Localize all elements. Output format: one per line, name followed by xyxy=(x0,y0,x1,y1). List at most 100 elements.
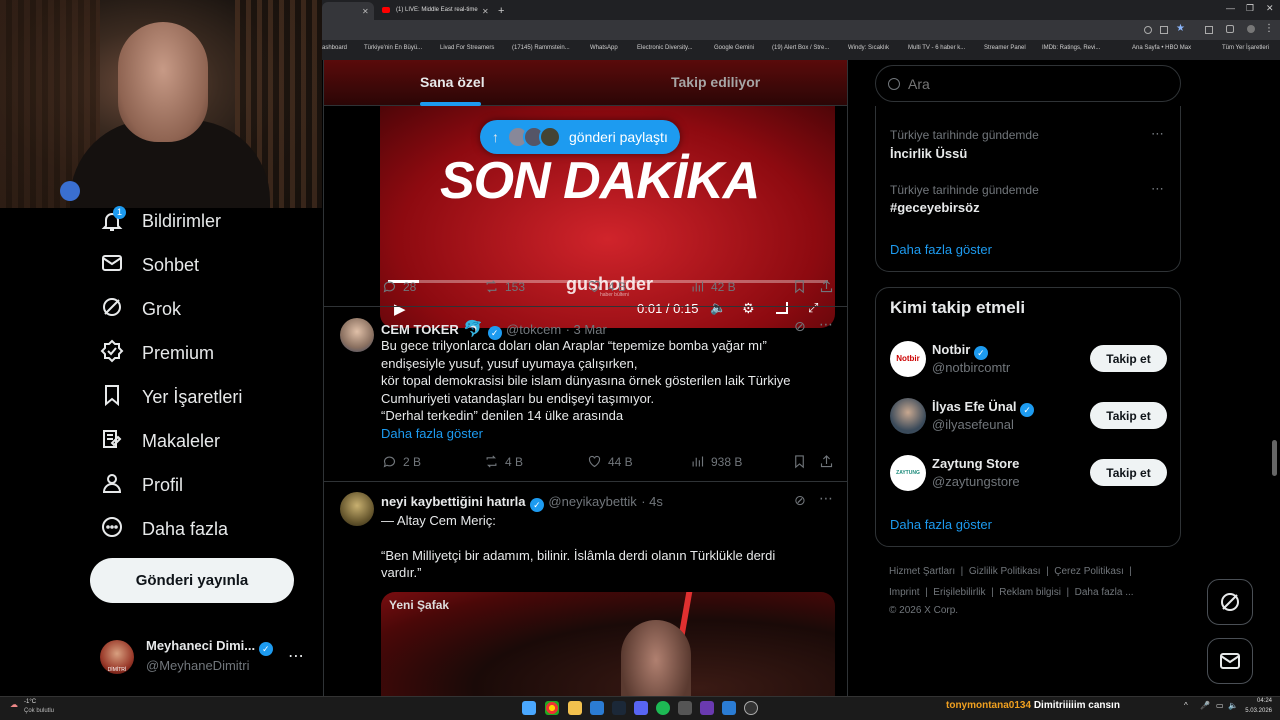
more-dots-icon[interactable]: ⋯ xyxy=(288,646,304,666)
footer-link[interactable]: Erişilebilirlik xyxy=(933,587,985,598)
nav-item-bookmarks[interactable]: Yer İşaretleri xyxy=(100,375,242,419)
follow-button[interactable]: Takip et xyxy=(1090,402,1167,429)
tray-chevron-icon[interactable]: ^ xyxy=(1184,701,1188,710)
footer-link[interactable]: Imprint xyxy=(889,587,920,598)
repost-button[interactable]: 153 xyxy=(484,279,525,294)
bookmark-item[interactable]: (19) Alert Box / Stre... xyxy=(772,45,829,51)
app-icon[interactable] xyxy=(700,701,714,715)
search-input[interactable] xyxy=(908,75,1158,92)
views-button[interactable]: 42 B xyxy=(690,279,736,294)
reply-button[interactable]: 28 xyxy=(382,279,416,294)
grok-icon[interactable]: ⊘ xyxy=(794,318,806,335)
bookmark-button[interactable] xyxy=(792,454,807,469)
repost-button[interactable]: 4 B xyxy=(484,454,523,469)
tab-close-icon[interactable]: ✕ xyxy=(482,7,489,16)
search-box[interactable] xyxy=(875,65,1181,102)
nav-item-more[interactable]: Daha fazla xyxy=(100,507,228,551)
spotify-icon[interactable] xyxy=(656,701,670,715)
minimize-icon[interactable]: — xyxy=(1226,3,1235,13)
views-button[interactable]: 938 B xyxy=(690,454,742,469)
author-name[interactable]: CEM TOKER xyxy=(381,322,459,337)
avatar[interactable] xyxy=(890,398,926,434)
post-button[interactable]: Gönderi yayınla xyxy=(90,558,294,603)
like-button[interactable]: 4 B xyxy=(587,279,626,294)
follow-button[interactable]: Takip et xyxy=(1090,459,1167,486)
author-handle[interactable]: @neyikaybettik xyxy=(548,494,636,509)
volume-icon[interactable]: 🔈 xyxy=(710,300,726,316)
bookmark-item[interactable]: Windy: Sıcaklık xyxy=(848,45,889,51)
app-icon[interactable] xyxy=(678,701,692,715)
avatar[interactable] xyxy=(340,492,374,526)
tweet-media[interactable]: Yeni Şafak xyxy=(381,592,835,696)
weather-temp[interactable]: -1°C xyxy=(24,699,36,705)
new-tab-icon[interactable]: + xyxy=(498,5,504,17)
cast-icon[interactable] xyxy=(1160,26,1168,34)
author-handle[interactable]: @tokcem xyxy=(506,322,561,337)
star-icon[interactable]: ★ xyxy=(1176,23,1185,34)
footer-link[interactable]: Gizlilik Politikası xyxy=(969,566,1041,577)
fullscreen-icon[interactable]: ⤢ xyxy=(808,300,818,316)
clock-date[interactable]: 5.03.2026 xyxy=(1244,708,1272,714)
start-icon[interactable] xyxy=(522,701,536,715)
volume-icon[interactable]: 🔈 xyxy=(1228,701,1238,710)
tweet-time[interactable]: · 3 Mar xyxy=(566,322,607,337)
grok-icon[interactable]: ⊘ xyxy=(794,492,806,509)
more-dots-icon[interactable]: ⋯ xyxy=(819,316,833,333)
follow-button[interactable]: Takip et xyxy=(1090,345,1167,372)
avatar[interactable]: Notbir xyxy=(890,341,926,377)
nav-item-chat[interactable]: Sohbet xyxy=(100,243,199,287)
footer-link[interactable]: Çerez Politikası xyxy=(1054,566,1123,577)
network-icon[interactable]: ▭ xyxy=(1216,701,1224,710)
bookmark-item[interactable]: IMDb: Ratings, Revi... xyxy=(1042,45,1100,51)
extensions-icon[interactable] xyxy=(1205,26,1213,34)
clock-time[interactable]: 04:24 xyxy=(1244,698,1272,704)
more-dots-icon[interactable]: ⋯ xyxy=(1151,181,1164,197)
search-icon[interactable] xyxy=(1144,26,1152,34)
discord-icon[interactable] xyxy=(634,701,648,715)
author-name[interactable]: neyi kaybettiğini hatırla xyxy=(381,494,526,509)
profile-icon[interactable] xyxy=(1226,25,1234,33)
play-icon[interactable]: ▶ xyxy=(394,300,406,318)
browser-tab[interactable]: (1) LIVE: Middle East real-time xyxy=(378,2,494,20)
more-dots-icon[interactable]: ⋯ xyxy=(819,490,833,507)
bookmark-item[interactable]: Electronic Diversity... xyxy=(637,45,693,51)
pip-icon[interactable] xyxy=(776,302,788,314)
mic-icon[interactable]: 🎤 xyxy=(1200,701,1210,710)
chrome-icon[interactable] xyxy=(545,701,559,715)
footer-link[interactable]: Reklam bilgisi xyxy=(999,587,1061,598)
account-name[interactable]: Zaytung Store xyxy=(932,456,1019,471)
close-window-icon[interactable]: ✕ xyxy=(1266,3,1274,14)
bookmark-item[interactable]: Google Gemini xyxy=(714,45,754,51)
nav-item-premium[interactable]: Premium xyxy=(100,331,214,375)
nav-item-grok[interactable]: Grok xyxy=(100,287,181,331)
app-icon[interactable] xyxy=(744,701,758,715)
app-icon[interactable] xyxy=(722,701,736,715)
share-button[interactable] xyxy=(819,454,834,469)
maximize-icon[interactable]: ❐ xyxy=(1246,3,1254,14)
bookmark-item[interactable]: Streamer Panel xyxy=(984,45,1026,51)
account-icon[interactable] xyxy=(1247,25,1255,33)
menu-icon[interactable]: ⋮ xyxy=(1264,23,1274,34)
avatar[interactable]: ZAYTUNG STORE xyxy=(890,455,926,491)
tab-for-you[interactable]: Sana özel xyxy=(420,74,485,90)
bookmark-item[interactable]: Türkiye'nin En Büyü... xyxy=(364,45,422,51)
bookmark-item[interactable]: Ana Sayfa • HBO Max xyxy=(1132,45,1191,51)
account-switcher[interactable]: DİMİTRİ Meyhaneci Dimi... ✓ @MeyhaneDimi… xyxy=(100,636,310,676)
steam-icon[interactable] xyxy=(612,701,626,715)
tab-close-icon[interactable]: ✕ xyxy=(362,7,369,16)
nav-item-profile[interactable]: Profil xyxy=(100,463,183,507)
tweet-time[interactable]: · 4s xyxy=(641,494,663,509)
grok-fab[interactable] xyxy=(1207,579,1253,625)
share-button[interactable] xyxy=(819,279,834,294)
show-more-link[interactable]: Daha fazla göster xyxy=(890,242,992,257)
tab-following[interactable]: Takip ediliyor xyxy=(671,74,760,90)
app-icon[interactable] xyxy=(590,701,604,715)
bookmark-item[interactable]: Multi TV - 6 haber k... xyxy=(908,45,965,51)
bookmark-item[interactable]: (17145) Rammstein... xyxy=(512,45,570,51)
bookmark-item[interactable]: ashboard xyxy=(322,45,347,51)
account-name[interactable]: Notbir ✓ xyxy=(932,342,988,360)
reply-button[interactable]: 2 B xyxy=(382,454,421,469)
trend-topic[interactable]: İncirlik Üssü xyxy=(890,146,967,161)
account-name[interactable]: İlyas Efe Ünal ✓ xyxy=(932,399,1035,417)
like-button[interactable]: 44 B xyxy=(587,454,633,469)
